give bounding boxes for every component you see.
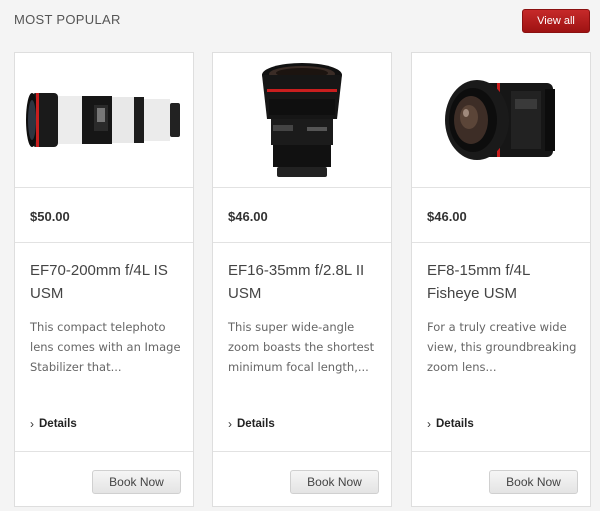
fisheye-lens-icon [445,80,555,160]
product-image[interactable] [213,53,391,187]
chevron-right-icon: › [427,417,431,431]
wide-angle-lens-icon [262,63,342,177]
product-price: $46.00 [228,209,268,224]
divider [213,451,391,452]
product-description: This super wide-angle zoom boasts the sh… [228,320,375,374]
section-title: MOST POPULAR [14,12,121,27]
divider [412,451,590,452]
book-now-button[interactable]: Book Now [92,470,181,494]
product-name[interactable]: EF70-200mm f/4L IS USM [30,259,188,305]
details-link[interactable]: › Details [427,417,474,431]
book-now-button[interactable]: Book Now [290,470,379,494]
chevron-right-icon: › [30,417,34,431]
telephoto-lens-icon [26,93,180,147]
product-image[interactable] [412,53,590,187]
price-row: $46.00 [412,187,590,243]
details-label: Details [436,418,474,430]
product-image[interactable] [15,53,193,187]
price-row: $50.00 [15,187,193,243]
details-link[interactable]: › Details [228,417,275,431]
product-name[interactable]: EF16-35mm f/2.8L II USM [228,259,386,305]
details-label: Details [39,418,77,430]
product-card: $46.00 EF8-15mm f/4L Fisheye USM For a t… [411,52,591,507]
product-description: This compact telephoto lens comes with a… [30,320,181,374]
chevron-right-icon: › [228,417,232,431]
product-name[interactable]: EF8-15mm f/4L Fisheye USM [427,259,585,305]
divider [15,451,193,452]
view-all-button[interactable]: View all [522,9,590,33]
product-card: $50.00 EF70-200mm f/4L IS USM This compa… [14,52,194,507]
details-label: Details [237,418,275,430]
section-header: MOST POPULAR View all [0,0,600,40]
product-price: $50.00 [30,209,70,224]
price-row: $46.00 [213,187,391,243]
details-link[interactable]: › Details [30,417,77,431]
product-card: $46.00 EF16-35mm f/2.8L II USM This supe… [212,52,392,507]
book-now-button[interactable]: Book Now [489,470,578,494]
product-price: $46.00 [427,209,467,224]
product-description: For a truly creative wide view, this gro… [427,320,577,374]
